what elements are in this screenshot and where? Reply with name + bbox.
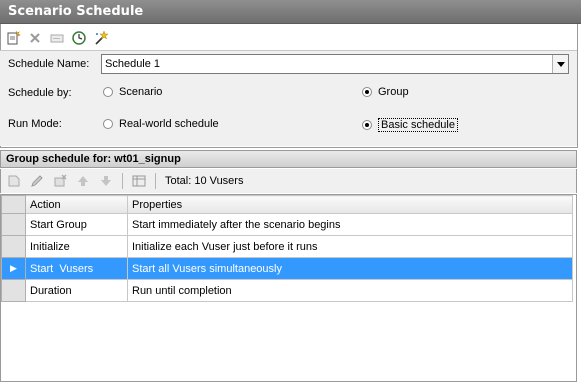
radio-icon[interactable] bbox=[103, 87, 113, 97]
radio-label: Scenario bbox=[119, 86, 163, 98]
toolbar-separator bbox=[122, 173, 123, 189]
schedule-by-label: Schedule by: bbox=[8, 87, 72, 99]
properties-cell[interactable]: Start immediately after the scenario beg… bbox=[127, 213, 573, 236]
properties-cell[interactable]: Initialize each Vuser just before it run… bbox=[127, 235, 573, 258]
delete-action-icon[interactable] bbox=[51, 172, 69, 190]
schedule-toolbar bbox=[4, 27, 110, 49]
properties-cell[interactable]: Run until completion bbox=[127, 279, 573, 302]
table-row[interactable]: Duration Run until completion bbox=[1, 279, 573, 302]
row-header-corner bbox=[1, 195, 26, 214]
toolbar-separator bbox=[155, 173, 156, 189]
group-schedule-header: Group schedule for: wt01_signup bbox=[0, 150, 577, 168]
run-mode-label: Run Mode: bbox=[8, 118, 62, 130]
run-mode-real-world-radio[interactable]: Real-world schedule bbox=[103, 118, 219, 130]
actions-toolbar: Total: 10 Vusers bbox=[0, 169, 577, 193]
current-row-arrow-icon[interactable]: ▶ bbox=[1, 257, 26, 280]
radio-label: Real-world schedule bbox=[119, 118, 219, 130]
schedule-actions-grid: Action Properties Start Group Start imme… bbox=[0, 194, 577, 382]
window-title: Scenario Schedule bbox=[8, 4, 144, 19]
schedule-name-label: Schedule Name: bbox=[8, 58, 90, 70]
edit-action-icon[interactable] bbox=[28, 172, 46, 190]
new-action-icon[interactable] bbox=[5, 172, 23, 190]
schedule-name-combobox[interactable]: Schedule 1 bbox=[101, 54, 569, 74]
radio-icon[interactable] bbox=[103, 119, 113, 129]
radio-checked-icon[interactable] bbox=[362, 87, 372, 97]
table-row-selected[interactable]: ▶ Start Vusers Start all Vusers simultan… bbox=[1, 257, 573, 280]
run-mode-basic-radio[interactable]: Basic schedule bbox=[362, 118, 458, 132]
row-header[interactable] bbox=[1, 279, 26, 302]
row-header[interactable] bbox=[1, 235, 26, 258]
radio-checked-icon[interactable] bbox=[362, 120, 372, 130]
rename-icon[interactable] bbox=[48, 29, 66, 47]
move-down-icon[interactable] bbox=[97, 172, 115, 190]
row-header[interactable] bbox=[1, 213, 26, 236]
column-header-properties[interactable]: Properties bbox=[127, 195, 573, 214]
wizard-icon[interactable] bbox=[92, 29, 110, 47]
title-bar: Scenario Schedule bbox=[0, 0, 581, 24]
new-schedule-icon[interactable] bbox=[4, 29, 22, 47]
action-cell[interactable]: Start Vusers bbox=[25, 257, 128, 280]
time-icon[interactable] bbox=[70, 29, 88, 47]
action-cell[interactable]: Initialize bbox=[25, 235, 128, 258]
schedule-by-group-radio[interactable]: Group bbox=[362, 86, 409, 98]
dropdown-arrow-icon[interactable] bbox=[552, 55, 568, 73]
schedule-name-value[interactable]: Schedule 1 bbox=[102, 58, 552, 70]
delete-icon[interactable] bbox=[26, 29, 44, 47]
vusers-grid-icon[interactable] bbox=[130, 172, 148, 190]
action-cell[interactable]: Duration bbox=[25, 279, 128, 302]
column-header-action[interactable]: Action bbox=[25, 195, 128, 214]
schedule-by-scenario-radio[interactable]: Scenario bbox=[103, 86, 162, 98]
table-row[interactable]: Start Group Start immediately after the … bbox=[1, 213, 573, 236]
move-up-icon[interactable] bbox=[74, 172, 92, 190]
properties-cell[interactable]: Start all Vusers simultaneously bbox=[127, 257, 573, 280]
grid-header-row: Action Properties bbox=[1, 195, 573, 214]
radio-label: Group bbox=[378, 86, 409, 98]
table-row[interactable]: Initialize Initialize each Vuser just be… bbox=[1, 235, 573, 258]
action-cell[interactable]: Start Group bbox=[25, 213, 128, 236]
total-vusers-label: Total: 10 Vusers bbox=[165, 175, 244, 187]
radio-label: Basic schedule bbox=[378, 118, 458, 132]
